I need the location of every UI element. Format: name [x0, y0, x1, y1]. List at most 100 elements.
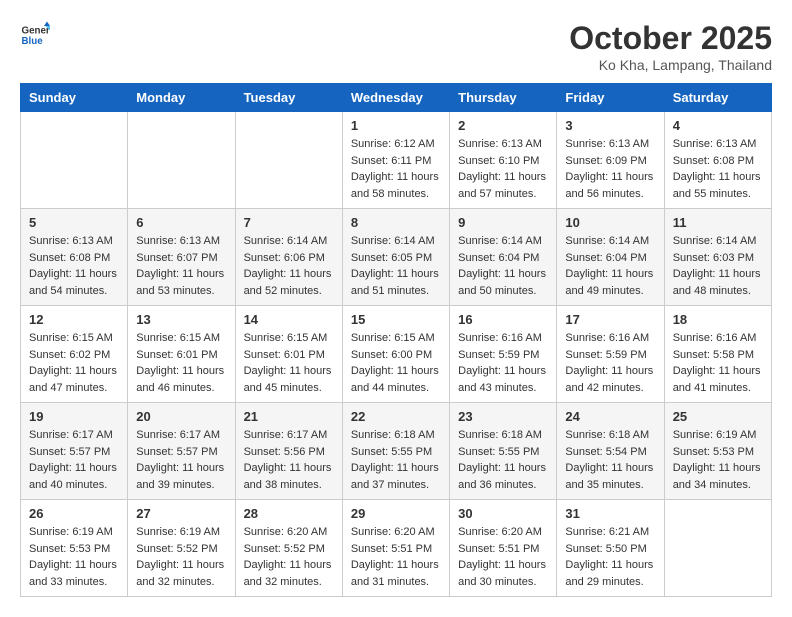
- sunrise-text: Sunrise: 6:19 AM: [673, 427, 763, 444]
- sunrise-text: Sunrise: 6:14 AM: [673, 233, 763, 250]
- day-number: 24: [565, 409, 655, 424]
- daylight-text: Daylight: 11 hours and 50 minutes.: [458, 266, 548, 299]
- weekday-header-row: SundayMondayTuesdayWednesdayThursdayFrid…: [21, 84, 772, 112]
- day-number: 26: [29, 506, 119, 521]
- day-info: Sunrise: 6:18 AMSunset: 5:55 PMDaylight:…: [351, 427, 441, 493]
- day-number: 4: [673, 118, 763, 133]
- sunrise-text: Sunrise: 6:17 AM: [136, 427, 226, 444]
- weekday-header-monday: Monday: [128, 84, 235, 112]
- sunset-text: Sunset: 5:55 PM: [458, 444, 548, 461]
- sunrise-text: Sunrise: 6:12 AM: [351, 136, 441, 153]
- calendar-cell: 14Sunrise: 6:15 AMSunset: 6:01 PMDayligh…: [235, 306, 342, 403]
- daylight-text: Daylight: 11 hours and 38 minutes.: [244, 460, 334, 493]
- day-number: 15: [351, 312, 441, 327]
- sunrise-text: Sunrise: 6:15 AM: [351, 330, 441, 347]
- sunrise-text: Sunrise: 6:19 AM: [136, 524, 226, 541]
- weekday-header-sunday: Sunday: [21, 84, 128, 112]
- calendar-cell: 26 Sunrise: 6:19 AMSunset: 5:53 PMDayligh…: [21, 500, 128, 597]
- daylight-text: Daylight: 11 hours and 34 minutes.: [673, 460, 763, 493]
- weekday-header-thursday: Thursday: [450, 84, 557, 112]
- sunset-text: Sunset: 5:59 PM: [565, 347, 655, 364]
- sunrise-text: Sunrise: 6:13 AM: [458, 136, 548, 153]
- day-info: Sunrise: 6:12 AMSunset: 6:11 PMDaylight:…: [351, 136, 441, 202]
- sunset-text: Sunset: 5:53 PM: [673, 444, 763, 461]
- sunset-text: Sunset: 5:54 PM: [565, 444, 655, 461]
- day-number: 25: [673, 409, 763, 424]
- calendar-cell: 8 Sunrise: 6:14 AMSunset: 6:05 PMDaylight…: [342, 209, 449, 306]
- day-info: Sunrise: 6:13 AMSunset: 6:07 PMDaylight:…: [136, 233, 226, 299]
- day-info: Sunrise: 6:13 AMSunset: 6:10 PMDaylight:…: [458, 136, 548, 202]
- sunset-text: Sunset: 6:05 PM: [351, 250, 441, 267]
- calendar-week-1: 1Sunrise: 6:12 AMSunset: 6:11 PMDaylight…: [21, 112, 772, 209]
- day-info: Sunrise: 6:13 AMSunset: 6:08 PMDaylight:…: [673, 136, 763, 202]
- sunrise-text: Sunrise: 6:15 AM: [244, 330, 334, 347]
- day-number: 1: [351, 118, 441, 133]
- day-info: Sunrise: 6:20 AMSunset: 5:51 PMDaylight:…: [351, 524, 441, 590]
- daylight-text: Daylight: 11 hours and 29 minutes.: [565, 557, 655, 590]
- calendar-cell: 27Sunrise: 6:19 AMSunset: 5:52 PMDayligh…: [128, 500, 235, 597]
- calendar-cell: 6 Sunrise: 6:13 AMSunset: 6:07 PMDaylight…: [128, 209, 235, 306]
- sunset-text: Sunset: 6:11 PM: [351, 153, 441, 170]
- sunrise-text: Sunrise: 6:20 AM: [244, 524, 334, 541]
- sunset-text: Sunset: 5:57 PM: [136, 444, 226, 461]
- sunrise-text: Sunrise: 6:13 AM: [565, 136, 655, 153]
- weekday-header-wednesday: Wednesday: [342, 84, 449, 112]
- day-number: 29: [351, 506, 441, 521]
- calendar-week-4: 19Sunrise: 6:17 AMSunset: 5:57 PMDayligh…: [21, 403, 772, 500]
- day-number: 2: [458, 118, 548, 133]
- svg-text:Blue: Blue: [22, 36, 44, 47]
- sunrise-text: Sunrise: 6:16 AM: [458, 330, 548, 347]
- calendar-cell: 4 Sunrise: 6:13 AMSunset: 6:08 PMDaylight…: [664, 112, 771, 209]
- sunset-text: Sunset: 6:04 PM: [565, 250, 655, 267]
- daylight-text: Daylight: 11 hours and 55 minutes.: [673, 169, 763, 202]
- daylight-text: Daylight: 11 hours and 52 minutes.: [244, 266, 334, 299]
- sunset-text: Sunset: 5:57 PM: [29, 444, 119, 461]
- sunrise-text: Sunrise: 6:14 AM: [351, 233, 441, 250]
- day-info: Sunrise: 6:14 AMSunset: 6:04 PMDaylight:…: [565, 233, 655, 299]
- page-header: General Blue October 2025 Ko Kha, Lampan…: [20, 20, 772, 73]
- day-number: 12: [29, 312, 119, 327]
- day-info: Sunrise: 6:14 AMSunset: 6:06 PMDaylight:…: [244, 233, 334, 299]
- day-info: Sunrise: 6:15 AMSunset: 6:00 PMDaylight:…: [351, 330, 441, 396]
- day-number: 7: [244, 215, 334, 230]
- calendar-table: SundayMondayTuesdayWednesdayThursdayFrid…: [20, 83, 772, 597]
- calendar-cell: 28Sunrise: 6:20 AMSunset: 5:52 PMDayligh…: [235, 500, 342, 597]
- day-info: Sunrise: 6:19 AMSunset: 5:53 PMDaylight:…: [29, 524, 119, 590]
- calendar-cell: 20Sunrise: 6:17 AMSunset: 5:57 PMDayligh…: [128, 403, 235, 500]
- day-info: Sunrise: 6:18 AMSunset: 5:54 PMDaylight:…: [565, 427, 655, 493]
- sunset-text: Sunset: 6:02 PM: [29, 347, 119, 364]
- day-number: 8: [351, 215, 441, 230]
- weekday-header-friday: Friday: [557, 84, 664, 112]
- day-number: 13: [136, 312, 226, 327]
- day-number: 6: [136, 215, 226, 230]
- sunrise-text: Sunrise: 6:15 AM: [29, 330, 119, 347]
- sunrise-text: Sunrise: 6:16 AM: [565, 330, 655, 347]
- sunrise-text: Sunrise: 6:14 AM: [565, 233, 655, 250]
- day-number: 27: [136, 506, 226, 521]
- calendar-cell: [21, 112, 128, 209]
- day-info: Sunrise: 6:15 AMSunset: 6:02 PMDaylight:…: [29, 330, 119, 396]
- sunset-text: Sunset: 5:52 PM: [244, 541, 334, 558]
- calendar-cell: 31Sunrise: 6:21 AMSunset: 5:50 PMDayligh…: [557, 500, 664, 597]
- daylight-text: Daylight: 11 hours and 44 minutes.: [351, 363, 441, 396]
- calendar-cell: 2 Sunrise: 6:13 AMSunset: 6:10 PMDaylight…: [450, 112, 557, 209]
- logo: General Blue: [20, 20, 50, 50]
- day-number: 5: [29, 215, 119, 230]
- calendar-cell: 19Sunrise: 6:17 AMSunset: 5:57 PMDayligh…: [21, 403, 128, 500]
- sunrise-text: Sunrise: 6:18 AM: [351, 427, 441, 444]
- day-info: Sunrise: 6:17 AMSunset: 5:56 PMDaylight:…: [244, 427, 334, 493]
- day-number: 19: [29, 409, 119, 424]
- calendar-cell: 24 Sunrise: 6:18 AMSunset: 5:54 PMDayligh…: [557, 403, 664, 500]
- daylight-text: Daylight: 11 hours and 30 minutes.: [458, 557, 548, 590]
- daylight-text: Daylight: 11 hours and 58 minutes.: [351, 169, 441, 202]
- calendar-cell: 22Sunrise: 6:18 AMSunset: 5:55 PMDayligh…: [342, 403, 449, 500]
- sunrise-text: Sunrise: 6:14 AM: [244, 233, 334, 250]
- day-number: 17: [565, 312, 655, 327]
- calendar-cell: 25 Sunrise: 6:19 AMSunset: 5:53 PMDayligh…: [664, 403, 771, 500]
- day-info: Sunrise: 6:18 AMSunset: 5:55 PMDaylight:…: [458, 427, 548, 493]
- daylight-text: Daylight: 11 hours and 32 minutes.: [136, 557, 226, 590]
- sunset-text: Sunset: 6:01 PM: [244, 347, 334, 364]
- daylight-text: Daylight: 11 hours and 46 minutes.: [136, 363, 226, 396]
- sunset-text: Sunset: 5:51 PM: [458, 541, 548, 558]
- day-info: Sunrise: 6:14 AMSunset: 6:05 PMDaylight:…: [351, 233, 441, 299]
